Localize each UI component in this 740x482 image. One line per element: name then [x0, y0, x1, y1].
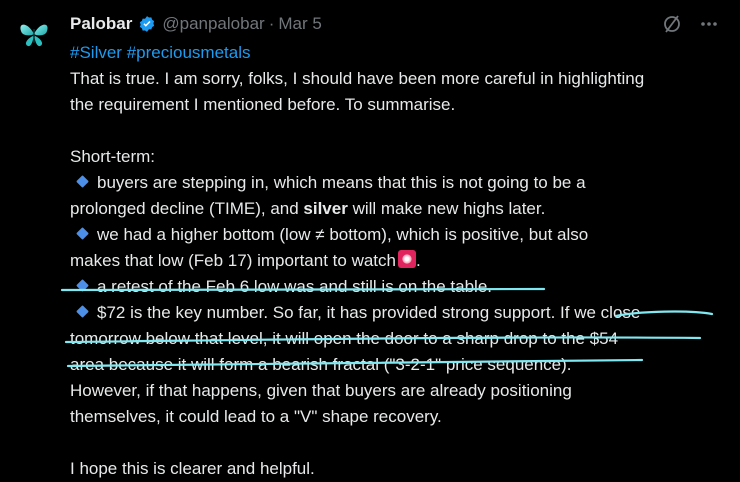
grok-button[interactable]: [660, 12, 684, 36]
bullet-4-line-2: tomorrow below that level, it will open …: [70, 329, 619, 348]
hashtag-preciousmetals[interactable]: #preciousmetals: [127, 43, 251, 62]
author-handle[interactable]: @panpalobar: [162, 14, 264, 34]
bullet-4-line-3: area because it will form a bearish frac…: [70, 355, 572, 374]
blue-diamond-icon: [76, 305, 89, 318]
closing-line: I hope this is clearer and helpful.: [70, 459, 315, 478]
tweet-text: #Silver #preciousmetals That is true. I …: [70, 40, 738, 482]
butterfly-avatar-icon: [20, 24, 48, 47]
bullet-1-text-b: will make new highs later.: [347, 199, 546, 218]
separator-dot: ·: [268, 14, 275, 33]
blue-diamond-icon: [76, 175, 89, 188]
bullet-4-text: $72 is the key number. So far, it has pr…: [97, 303, 641, 322]
hashtags: #Silver #preciousmetals: [70, 40, 738, 66]
intro-line-1: That is true. I am sorry, folks, I shoul…: [70, 69, 645, 88]
bullet-4-line-1: $72 is the key number. So far, it has pr…: [70, 300, 738, 326]
blue-diamond-icon: [76, 279, 89, 292]
after-line-1: However, if that happens, given that buy…: [70, 381, 572, 400]
intro-line-2: the requirement I mentioned before. To s…: [70, 95, 456, 114]
bullet-1-line-2: prolonged decline (TIME), and silver wil…: [70, 196, 738, 222]
bullet-2-text-b: makes that low (Feb 17) important to wat…: [70, 251, 396, 270]
bullet-1-line-1: buyers are stepping in, which means that…: [70, 170, 738, 196]
grok-icon: [664, 15, 680, 33]
bullet-1-text-a: prolonged decline (TIME), and: [70, 199, 304, 218]
rotating-light-icon: [397, 250, 416, 268]
bullet-2-line-1: we had a higher bottom (low ≠ bottom), w…: [70, 222, 738, 248]
short-term-heading: Short-term:: [70, 147, 156, 166]
bullet-3-text: a retest of the Feb 6 low was and still …: [97, 277, 492, 296]
bullet-2-line-2: makes that low (Feb 17) important to wat…: [70, 248, 738, 274]
bold-silver: silver: [303, 199, 348, 218]
hashtag-silver[interactable]: #Silver: [70, 43, 122, 62]
bullet-1-text: buyers are stepping in, which means that…: [97, 173, 586, 192]
verified-badge-icon: [140, 16, 155, 32]
bullet-2-period: .: [415, 251, 421, 270]
author-name[interactable]: Palobar: [70, 14, 132, 34]
blue-diamond-icon: [76, 227, 89, 240]
tweet-header: Palobar @panpalobar · Mar 5: [70, 12, 322, 36]
post-date[interactable]: Mar 5: [278, 14, 321, 34]
more-options-icon: [701, 22, 717, 26]
more-options-button[interactable]: [697, 12, 721, 36]
after-line-2: themselves, it could lead to a "V" shape…: [70, 407, 442, 426]
avatar[interactable]: [14, 14, 54, 54]
bullet-3: a retest of the Feb 6 low was and still …: [70, 274, 738, 300]
bullet-2-text: we had a higher bottom (low ≠ bottom), w…: [97, 225, 589, 244]
